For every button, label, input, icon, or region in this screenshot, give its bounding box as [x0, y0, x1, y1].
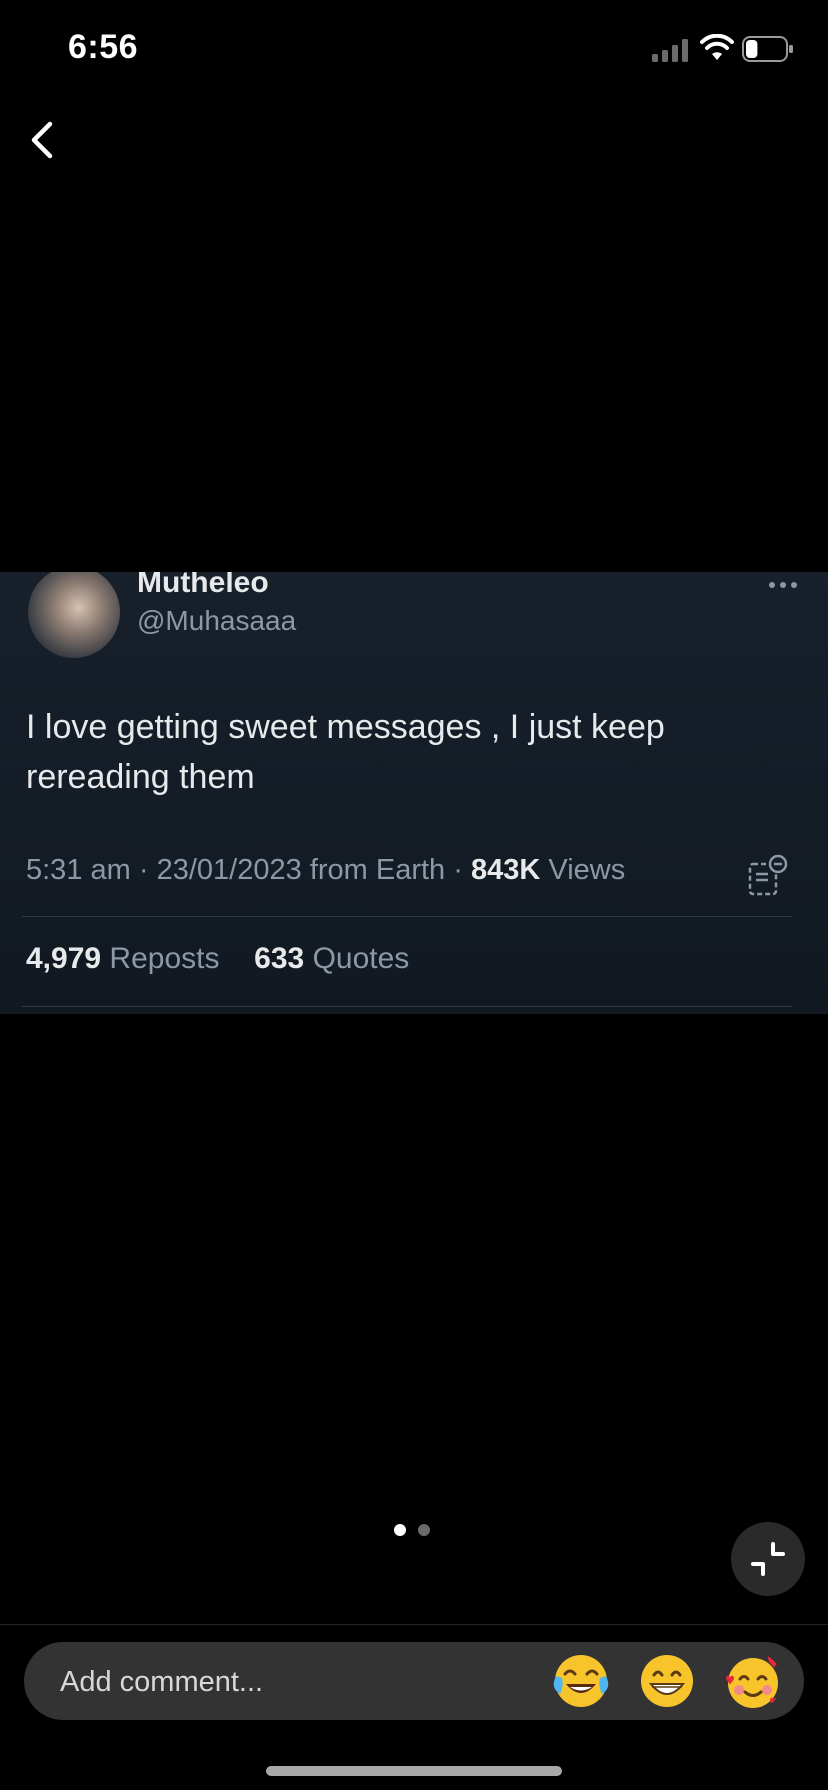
more-options-icon [769, 582, 797, 588]
cellular-signal-icon [652, 39, 688, 62]
chevron-left-icon [31, 121, 53, 159]
wifi-icon [700, 34, 734, 60]
tweet-display-name: Mutheleo [137, 572, 269, 599]
comment-bar [24, 1642, 804, 1722]
tweet-stats: 4,979 Reposts 633 Quotes [26, 942, 409, 976]
status-bar: 6:56 [0, 0, 828, 100]
battery-icon [742, 36, 793, 62]
tweet-text: I love getting sweet messages , I just k… [26, 708, 665, 796]
tweet-handle: @Muhasaaa [137, 605, 297, 636]
tweet-source: from Earth [309, 854, 446, 886]
views-label: Views [548, 854, 626, 886]
divider [22, 916, 792, 917]
meta-separator: · [138, 854, 149, 886]
tweet-time: 5:31 am [26, 854, 131, 886]
tweet-image[interactable]: Mutheleo @Muhasaaa I love getting sweet … [0, 572, 828, 1014]
status-time: 6:56 [68, 28, 139, 66]
views-count: 843K [470, 854, 541, 886]
collapse-button[interactable] [731, 1522, 805, 1596]
comment-input[interactable] [58, 1642, 542, 1722]
collapse-icon [751, 1542, 785, 1576]
divider [0, 1624, 828, 1625]
reposts-label: Reposts [109, 942, 220, 975]
avatar [28, 572, 120, 658]
reposts-count: 4,979 [26, 942, 102, 975]
home-indicator [266, 1766, 562, 1776]
face-with-tears-of-joy-emoji[interactable] [552, 1652, 610, 1710]
back-button[interactable] [24, 112, 64, 168]
tweet-date: 23/01/2023 [156, 854, 302, 886]
divider [22, 1006, 792, 1007]
meta-separator: · [453, 854, 463, 886]
quotes-label: Quotes [312, 942, 410, 975]
analytics-icon [748, 854, 788, 896]
page-dot-active[interactable] [394, 1524, 406, 1536]
tweet-meta: 5:31 am · 23/01/2023 from Earth · 843K V… [26, 854, 625, 887]
grinning-face-emoji[interactable] [638, 1652, 696, 1710]
smiling-face-with-hearts-emoji[interactable] [724, 1652, 782, 1710]
page-dot[interactable] [418, 1524, 430, 1536]
quotes-count: 633 [254, 942, 305, 975]
